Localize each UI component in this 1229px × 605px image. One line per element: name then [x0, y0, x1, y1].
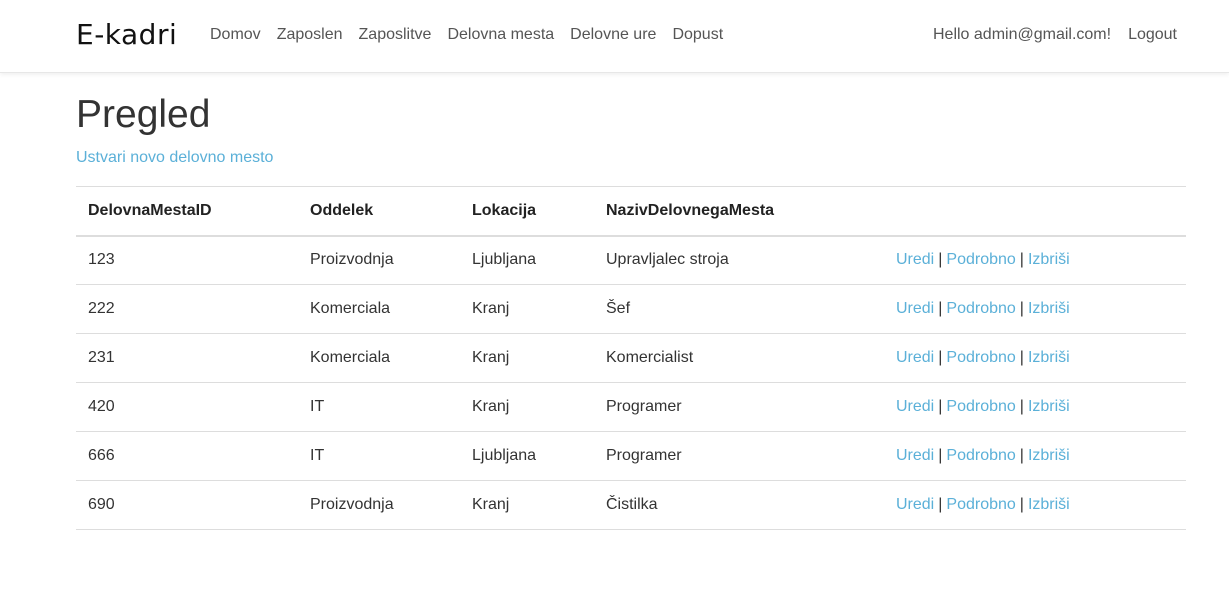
cell-lokacija: Ljubljana — [460, 235, 594, 285]
action-separator: | — [938, 300, 943, 317]
header-actions — [884, 186, 1186, 237]
table-row: 123 Proizvodnja Ljubljana Upravljalec stroj… — [76, 235, 1186, 285]
details-link[interactable]: Podrobno — [946, 496, 1015, 513]
cell-id: 420 — [76, 382, 298, 432]
nav-link-delovna-mesta[interactable]: Delovna mesta — [447, 25, 554, 45]
header-delovnamestaid: DelovnaMestaID — [76, 186, 298, 237]
action-separator: | — [1019, 496, 1024, 513]
cell-lokacija: Kranj — [460, 284, 594, 334]
brand-logo[interactable]: E-kadri — [76, 18, 177, 51]
table-body: 123 Proizvodnja Ljubljana Upravljalec stroj… — [76, 235, 1186, 530]
cell-naziv: Šef — [594, 284, 884, 334]
action-separator: | — [1019, 447, 1024, 464]
cell-lokacija: Kranj — [460, 480, 594, 530]
details-link[interactable]: Podrobno — [946, 300, 1015, 317]
cell-id: 231 — [76, 333, 298, 383]
details-link[interactable]: Podrobno — [946, 398, 1015, 415]
cell-naziv: Programer — [594, 431, 884, 481]
edit-link[interactable]: Uredi — [896, 300, 934, 317]
cell-id: 666 — [76, 431, 298, 481]
cell-id: 690 — [76, 480, 298, 530]
delete-link[interactable]: Izbriši — [1028, 447, 1070, 464]
cell-naziv: Upravljalec stroja — [594, 235, 884, 285]
cell-oddelek: Komerciala — [298, 284, 460, 334]
details-link[interactable]: Podrobno — [946, 447, 1015, 464]
action-separator: | — [938, 349, 943, 366]
page-title: Pregled — [76, 93, 211, 136]
cell-oddelek: IT — [298, 382, 460, 432]
cell-lokacija: Kranj — [460, 382, 594, 432]
details-link[interactable]: Podrobno — [946, 251, 1015, 268]
delete-link[interactable]: Izbriši — [1028, 300, 1070, 317]
action-separator: | — [1019, 300, 1024, 317]
nav-link-zaposlitve[interactable]: Zaposlitve — [359, 25, 432, 45]
delete-link[interactable]: Izbriši — [1028, 398, 1070, 415]
edit-link[interactable]: Uredi — [896, 447, 934, 464]
action-separator: | — [938, 251, 943, 269]
cell-actions: Uredi | Podrobno | Izbriši — [884, 235, 1186, 285]
action-separator: | — [1019, 398, 1024, 415]
user-nav: Hello admin@gmail.com! Logout — [933, 25, 1177, 45]
details-link[interactable]: Podrobno — [946, 349, 1015, 366]
nav-link-domov[interactable]: Domov — [210, 25, 261, 45]
cell-oddelek: Proizvodnja — [298, 235, 460, 285]
delete-link[interactable]: Izbriši — [1028, 349, 1070, 366]
logout-button[interactable]: Logout — [1128, 25, 1177, 45]
cell-oddelek: Komerciala — [298, 333, 460, 383]
cell-naziv: Čistilka — [594, 480, 884, 530]
edit-link[interactable]: Uredi — [896, 349, 934, 366]
action-separator: | — [938, 447, 943, 464]
delete-link[interactable]: Izbriši — [1028, 496, 1070, 513]
user-greeting-link[interactable]: Hello admin@gmail.com! — [933, 25, 1111, 45]
cell-id: 222 — [76, 284, 298, 334]
edit-link[interactable]: Uredi — [896, 251, 934, 268]
create-new-link[interactable]: Ustvari novo delovno mesto — [76, 148, 273, 168]
edit-link[interactable]: Uredi — [896, 496, 934, 513]
cell-oddelek: IT — [298, 431, 460, 481]
delete-link[interactable]: Izbriši — [1028, 251, 1070, 268]
table-row: 690 Proizvodnja Kranj Čistilka Uredi | Podrobn… — [76, 480, 1186, 530]
action-separator: | — [938, 398, 943, 415]
cell-naziv: Programer — [594, 382, 884, 432]
action-separator: | — [1019, 349, 1024, 366]
cell-actions: Uredi | Podrobno | Izbriši — [884, 382, 1186, 432]
table-row: 420 IT Kranj Programer Uredi | Podrobno | Izbriš… — [76, 382, 1186, 432]
positions-table: DelovnaMestaID Oddelek Lokacija NazivDel… — [76, 186, 1186, 530]
edit-link[interactable]: Uredi — [896, 398, 934, 415]
header-naziv: NazivDelovnegaMesta — [594, 186, 884, 237]
cell-actions: Uredi | Podrobno | Izbriši — [884, 480, 1186, 530]
action-separator: | — [938, 496, 943, 513]
cell-oddelek: Proizvodnja — [298, 480, 460, 530]
nav-link-dopust[interactable]: Dopust — [672, 25, 723, 45]
nav-link-zaposlen[interactable]: Zaposlen — [277, 25, 343, 45]
navbar: E-kadri Domov Zaposlen Zaposlitve Delovn… — [0, 0, 1229, 73]
table-header-row: DelovnaMestaID Oddelek Lokacija NazivDel… — [76, 186, 1186, 237]
table-row: 231 Komerciala Kranj Komercialist Uredi | Podr… — [76, 333, 1186, 383]
header-oddelek: Oddelek — [298, 186, 460, 237]
table-row: 666 IT Ljubljana Programer Uredi | Podrobno | Iz… — [76, 431, 1186, 481]
action-separator: | — [1019, 251, 1024, 269]
cell-id: 123 — [76, 235, 298, 285]
header-lokacija: Lokacija — [460, 186, 594, 237]
cell-actions: Uredi | Podrobno | Izbriši — [884, 431, 1186, 481]
cell-lokacija: Kranj — [460, 333, 594, 383]
cell-actions: Uredi | Podrobno | Izbriši — [884, 333, 1186, 383]
cell-naziv: Komercialist — [594, 333, 884, 383]
cell-actions: Uredi | Podrobno | Izbriši — [884, 284, 1186, 334]
cell-lokacija: Ljubljana — [460, 431, 594, 481]
table-row: 222 Komerciala Kranj Šef Uredi | Podrobno | Izbr… — [76, 284, 1186, 334]
nav-link-delovne-ure[interactable]: Delovne ure — [570, 25, 656, 45]
main-nav: Domov Zaposlen Zaposlitve Delovna mesta … — [210, 25, 739, 45]
